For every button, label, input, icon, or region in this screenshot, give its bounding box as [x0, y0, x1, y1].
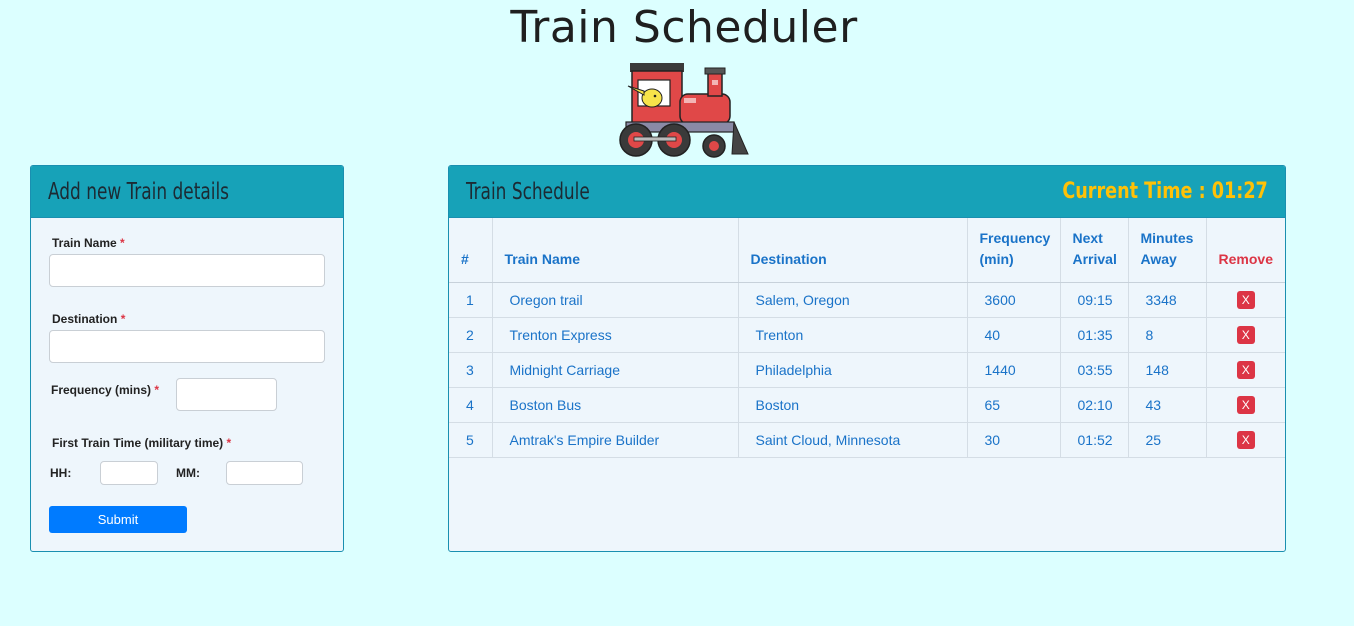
- row-destination: Trenton: [738, 317, 968, 353]
- submit-button[interactable]: Submit: [49, 506, 187, 533]
- row-next-arrival: 02:10: [1060, 387, 1129, 423]
- remove-button[interactable]: X: [1236, 290, 1255, 309]
- table-row: 4 Boston Bus Boston 65 02:10 43 X: [449, 387, 1285, 423]
- col-header-frequency: Frequency (min): [967, 218, 1061, 283]
- page-title: Train Scheduler: [510, 2, 858, 53]
- hh-input[interactable]: [100, 461, 158, 485]
- row-number: 1: [449, 282, 493, 318]
- row-remove-cell: X: [1206, 387, 1285, 423]
- row-train-name: Amtrak's Empire Builder: [492, 422, 739, 458]
- schedule-table: # Train Name Destination Frequency (min)…: [449, 218, 1285, 458]
- first-train-time-label: First Train Time (military time) *: [52, 436, 232, 450]
- current-time: Current Time : 01:27: [1062, 179, 1268, 204]
- row-destination: Salem, Oregon: [738, 282, 968, 318]
- train-schedule-title: Train Schedule: [466, 178, 590, 205]
- row-number: 4: [449, 387, 493, 423]
- row-train-name: Midnight Carriage: [492, 352, 739, 388]
- row-destination: Boston: [738, 387, 968, 423]
- mm-label: MM:: [176, 466, 200, 480]
- row-frequency: 1440: [967, 352, 1061, 388]
- destination-input[interactable]: [49, 330, 325, 363]
- row-minutes-away: 43: [1128, 387, 1207, 423]
- row-number: 3: [449, 352, 493, 388]
- mm-input[interactable]: [226, 461, 303, 485]
- add-train-card: Add new Train details Train Name * Desti…: [30, 165, 344, 552]
- train-name-label: Train Name *: [52, 236, 125, 250]
- row-minutes-away: 148: [1128, 352, 1207, 388]
- row-train-name: Trenton Express: [492, 317, 739, 353]
- row-number: 2: [449, 317, 493, 353]
- train-name-input[interactable]: [49, 254, 325, 287]
- hh-label: HH:: [50, 466, 72, 480]
- row-next-arrival: 09:15: [1060, 282, 1129, 318]
- remove-button[interactable]: X: [1236, 395, 1255, 414]
- row-frequency: 40: [967, 317, 1061, 353]
- table-row: 3 Midnight Carriage Philadelphia 1440 03…: [449, 352, 1285, 388]
- row-train-name: Boston Bus: [492, 387, 739, 423]
- col-header-number: #: [449, 218, 493, 283]
- add-train-card-header: Add new Train details: [31, 166, 343, 218]
- col-header-remove: Remove: [1206, 218, 1285, 283]
- col-header-minutes-away: Minutes Away: [1128, 218, 1207, 283]
- row-minutes-away: 25: [1128, 422, 1207, 458]
- row-destination: Philadelphia: [738, 352, 968, 388]
- row-next-arrival: 01:35: [1060, 317, 1129, 353]
- row-number: 5: [449, 422, 493, 458]
- add-train-title: Add new Train details: [48, 178, 230, 205]
- row-frequency: 30: [967, 422, 1061, 458]
- destination-label: Destination *: [52, 312, 126, 326]
- frequency-label: Frequency (mins) *: [51, 383, 160, 397]
- row-remove-cell: X: [1206, 317, 1285, 353]
- row-next-arrival: 01:52: [1060, 422, 1129, 458]
- col-header-train-name: Train Name: [492, 218, 739, 283]
- schedule-header-row: # Train Name Destination Frequency (min)…: [449, 218, 1285, 283]
- remove-button[interactable]: X: [1236, 430, 1255, 449]
- remove-button[interactable]: X: [1236, 325, 1255, 344]
- row-next-arrival: 03:55: [1060, 352, 1129, 388]
- train-schedule-card-header: Train Schedule Current Time : 01:27: [449, 166, 1285, 218]
- remove-button[interactable]: X: [1236, 360, 1255, 379]
- row-minutes-away: 8: [1128, 317, 1207, 353]
- table-row: 2 Trenton Express Trenton 40 01:35 8 X: [449, 317, 1285, 353]
- train-logo-icon: [619, 63, 749, 158]
- row-minutes-away: 3348: [1128, 282, 1207, 318]
- table-row: 5 Amtrak's Empire Builder Saint Cloud, M…: [449, 422, 1285, 458]
- col-header-destination: Destination: [738, 218, 968, 283]
- frequency-input[interactable]: [176, 378, 277, 411]
- train-schedule-card: Train Schedule Current Time : 01:27 # Tr…: [448, 165, 1286, 552]
- table-row: 1 Oregon trail Salem, Oregon 3600 09:15 …: [449, 282, 1285, 318]
- row-frequency: 65: [967, 387, 1061, 423]
- col-header-next-arrival: Next Arrival: [1060, 218, 1129, 283]
- row-train-name: Oregon trail: [492, 282, 739, 318]
- row-remove-cell: X: [1206, 282, 1285, 318]
- row-remove-cell: X: [1206, 422, 1285, 458]
- row-destination: Saint Cloud, Minnesota: [738, 422, 968, 458]
- row-frequency: 3600: [967, 282, 1061, 318]
- row-remove-cell: X: [1206, 352, 1285, 388]
